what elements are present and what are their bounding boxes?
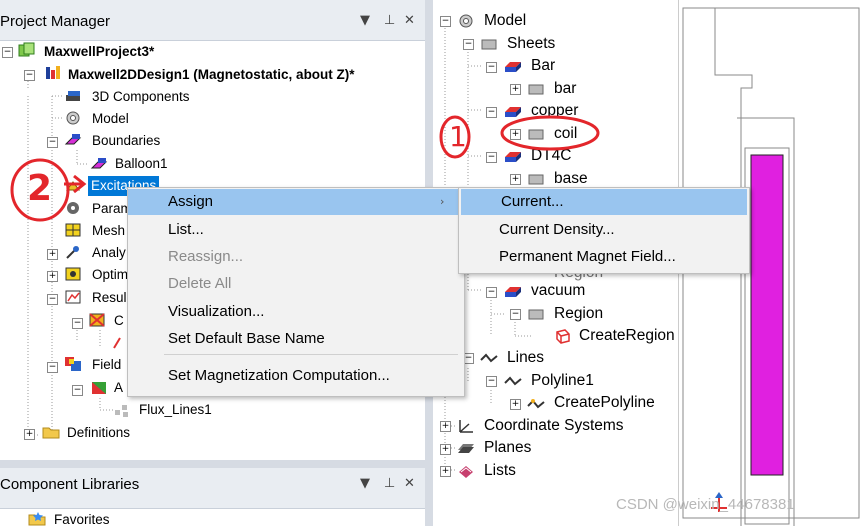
watermark: CSDN @weixin_44678381 [616,496,795,513]
annotation-circle-coil [500,115,600,151]
annotation-layer [10,115,600,222]
annotation-label-one: 1 [449,120,467,153]
annotation-label-two: 2 [27,168,53,209]
